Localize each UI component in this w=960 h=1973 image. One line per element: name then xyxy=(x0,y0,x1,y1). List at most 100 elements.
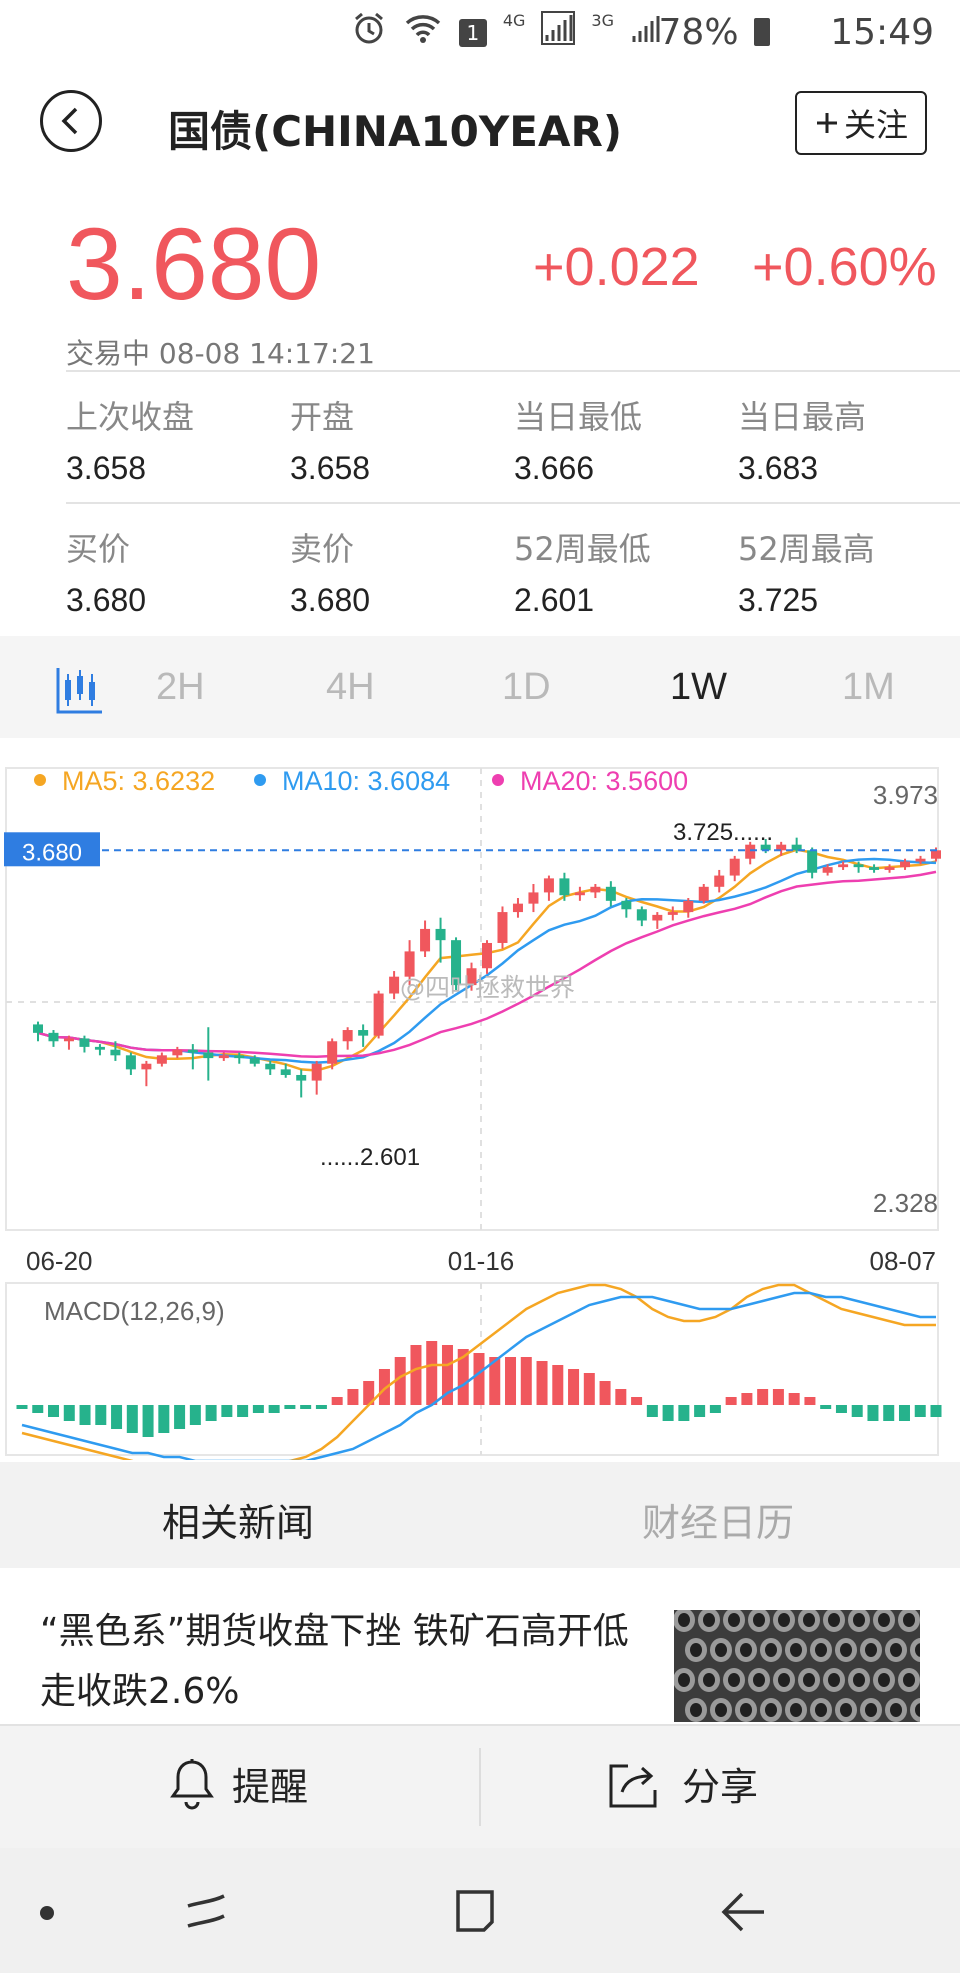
tab-related-news[interactable]: 相关新闻 xyxy=(162,1492,314,1547)
news-thumbnail[interactable] xyxy=(674,1610,920,1722)
macd-bar xyxy=(741,1393,753,1405)
remind-button[interactable]: 提醒 xyxy=(170,1756,308,1811)
legend-dot xyxy=(492,774,504,786)
pipe-hole xyxy=(790,1643,802,1657)
news-title[interactable]: “黑色系”期货收盘下挫 铁矿石高开低走收跌2.6% xyxy=(40,1602,640,1722)
macd-bar xyxy=(599,1381,611,1405)
candle xyxy=(497,912,508,943)
candle xyxy=(512,903,523,913)
battery-indicator: 78% xyxy=(659,12,770,53)
home-icon[interactable] xyxy=(452,1888,498,1934)
y-axis-min: 2.328 xyxy=(873,1188,938,1218)
tab-1d[interactable]: 1D xyxy=(502,666,551,709)
pipe-hole xyxy=(753,1613,765,1627)
candle xyxy=(900,861,911,868)
signal-bars-1 xyxy=(541,11,576,54)
pipe-hole xyxy=(678,1613,690,1627)
pipe-hole xyxy=(803,1613,815,1627)
pipe-hole xyxy=(840,1703,852,1717)
news-item[interactable]: “黑色系”期货收盘下挫 铁矿石高开低走收跌2.6% xyxy=(40,1602,640,1722)
system-nav-bar xyxy=(0,1848,960,1973)
macd-bar xyxy=(221,1405,233,1417)
pipe-hole xyxy=(728,1673,740,1687)
candle xyxy=(884,867,895,870)
status-bar: 1 4G 3G 78% 15:49 xyxy=(0,0,960,66)
macd-bar xyxy=(835,1405,847,1413)
candle xyxy=(187,1049,198,1053)
candlestick-icon[interactable] xyxy=(56,666,104,718)
macd-bar xyxy=(536,1361,548,1405)
stat-label-day-low: 当日最低 xyxy=(514,398,643,436)
stat-value-52w-high: 3.725 xyxy=(738,582,819,618)
tab-2h[interactable]: 2H xyxy=(156,666,205,709)
pipe-hole xyxy=(815,1703,827,1717)
macd-bar xyxy=(142,1405,154,1437)
candle xyxy=(853,864,864,868)
macd-bar xyxy=(694,1405,706,1417)
price-chart[interactable]: 3.680 MA5: 3.6232 MA10: 3.6084 MA20: 3.5600… xyxy=(0,760,960,1460)
tab-1m[interactable]: 1M xyxy=(842,666,895,709)
tab-4h[interactable]: 4H xyxy=(326,666,375,709)
tab-economic-calendar[interactable]: 财经日历 xyxy=(642,1492,794,1547)
tab-1w[interactable]: 1W xyxy=(670,666,727,709)
candle xyxy=(420,928,431,952)
pipe-hole xyxy=(878,1673,890,1687)
price-change: +0.022 xyxy=(533,237,700,297)
page-title: 国债(CHINA10YEAR) xyxy=(168,107,623,156)
battery-text: 78% xyxy=(658,12,739,53)
stat-label-prev-close: 上次收盘 xyxy=(66,398,195,436)
back-nav-icon[interactable] xyxy=(720,1890,766,1934)
x-axis-tick: 08-07 xyxy=(870,1246,937,1276)
current-price-label: 3.680 xyxy=(22,839,82,866)
pipe-hole xyxy=(865,1643,877,1657)
candle xyxy=(327,1041,338,1064)
stat-value-52w-low: 2.601 xyxy=(514,582,595,618)
back-button[interactable] xyxy=(40,90,102,152)
low-annotation: ......2.601 xyxy=(320,1144,420,1171)
candle xyxy=(621,900,632,910)
macd-bar xyxy=(788,1393,800,1405)
macd-bar xyxy=(898,1405,910,1421)
nav-dot-icon[interactable] xyxy=(40,1906,54,1920)
bottom-action-bar: 提醒 分享 xyxy=(0,1724,960,1848)
candle xyxy=(218,1055,229,1059)
stat-label-52w-low: 52周最低 xyxy=(514,530,651,568)
notification-icon: 1 xyxy=(458,18,487,47)
pipe-hole xyxy=(853,1673,865,1687)
share-button[interactable]: 分享 xyxy=(608,1756,758,1811)
macd-bar xyxy=(111,1405,123,1429)
macd-bar xyxy=(268,1405,280,1413)
macd-bar xyxy=(410,1345,422,1405)
macd-bar xyxy=(315,1405,327,1409)
macd-bar xyxy=(804,1397,816,1405)
high-annotation: 3.725...... xyxy=(673,819,773,846)
candle xyxy=(822,867,833,873)
pipe-hole xyxy=(728,1613,740,1627)
macd-bar xyxy=(473,1353,485,1405)
candle xyxy=(729,858,740,876)
candle xyxy=(528,892,539,904)
macd-bar xyxy=(32,1405,44,1413)
macd-bar xyxy=(851,1405,863,1417)
candle xyxy=(915,858,926,862)
legend-item: MA20: 3.5600 xyxy=(520,766,688,796)
y-axis-max: 3.973 xyxy=(873,780,938,810)
pipe-hole xyxy=(903,1673,915,1687)
macd-title: MACD(12,26,9) xyxy=(44,1296,225,1326)
follow-button[interactable]: 关注 xyxy=(795,91,927,155)
pipe-hole xyxy=(703,1613,715,1627)
candle xyxy=(358,1030,369,1036)
candle xyxy=(156,1055,167,1064)
candle xyxy=(574,892,585,896)
pipe-hole xyxy=(753,1673,765,1687)
macd-bar xyxy=(709,1405,721,1413)
candle xyxy=(683,900,694,913)
pipe-hole xyxy=(878,1613,890,1627)
candle xyxy=(203,1052,214,1059)
macd-bar xyxy=(930,1405,942,1417)
recent-apps-icon[interactable] xyxy=(184,1890,228,1934)
macd-bar xyxy=(284,1405,296,1409)
current-price: 3.680 xyxy=(66,207,322,321)
x-axis-tick: 01-16 xyxy=(448,1246,515,1276)
bell-icon xyxy=(170,1758,214,1809)
